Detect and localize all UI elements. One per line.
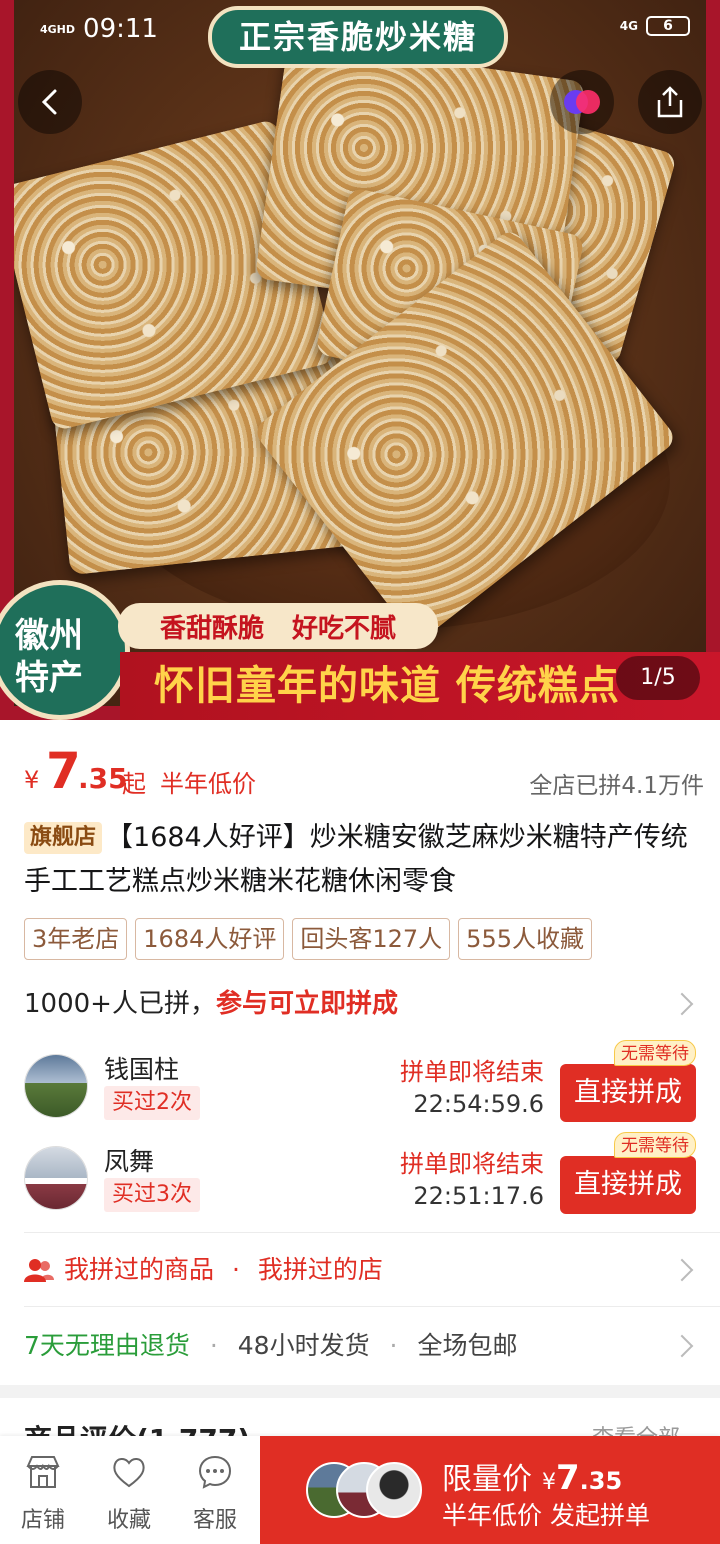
product-title: 旗舰店 【1684人好评】炒米糖安徽芝麻炒米糖特产传统手工工艺糕点炒米糖米花糖休闲…: [24, 816, 696, 904]
buyer-avatars: [306, 1462, 424, 1520]
shipping-time: 48小时发货: [237, 1331, 370, 1360]
battery-icon: 6: [646, 16, 690, 36]
brand-logo-button[interactable]: [550, 70, 614, 134]
group-row: 钱国柱 买过2次 拼单即将结束 22:54:59.6 直接拼成 无需等待: [24, 1040, 696, 1130]
my-group-history-row[interactable]: 我拼过的商品 · 我拼过的店: [24, 1248, 696, 1292]
network-indicator: 4GHD: [40, 22, 76, 36]
origin-badge: 徽州 特产: [0, 580, 130, 720]
share-button[interactable]: [638, 70, 702, 134]
no-wait-tag: 无需等待: [614, 1040, 696, 1066]
price-currency: ¥: [24, 766, 40, 794]
hero-tags: 香甜酥脆 好吃不腻: [118, 603, 438, 649]
buy-price-line: 限量价 ¥7.35: [442, 1454, 622, 1498]
group-ending-label: 拼单即将结束: [400, 1058, 544, 1086]
my-history-text: 我拼过的商品 · 我拼过的店: [64, 1248, 383, 1292]
status-bar: 4GHD 09:11 4G 6: [0, 0, 720, 60]
divider: [24, 1306, 720, 1307]
service-row[interactable]: 7天无理由退货 · 48小时发货 · 全场包邮: [24, 1324, 696, 1368]
my-goods-link[interactable]: 我拼过的商品: [64, 1255, 214, 1284]
group-timer: 22:51:17.6: [413, 1182, 544, 1210]
bottom-action-bar: 店铺 收藏 客服 限量价 ¥7.35 半年低价 发起拼单: [0, 1436, 720, 1544]
group-row: 凤舞 买过3次 拼单即将结束 22:51:17.6 直接拼成 无需等待: [24, 1132, 696, 1222]
avatar: [24, 1146, 88, 1210]
store-badges: 3年老店 1684人好评 回头客127人 555人收藏: [24, 918, 592, 960]
free-shipping: 全场包邮: [417, 1331, 518, 1360]
chat-icon: [198, 1455, 232, 1489]
sold-total: 全店已拼4.1万件: [529, 773, 704, 799]
join-group-button[interactable]: 直接拼成: [560, 1064, 696, 1122]
group-user-name: 钱国柱: [104, 1055, 180, 1084]
tab-label: 店铺: [20, 1508, 65, 1533]
status-time: 09:11: [83, 14, 158, 44]
group-count: 1000+人已拼，: [24, 989, 216, 1019]
flagship-label: 旗舰店: [24, 822, 103, 854]
chevron-right-icon: [670, 992, 694, 1016]
store-badge[interactable]: 1684人好评: [135, 918, 285, 960]
avatar: [24, 1054, 88, 1118]
hero-tag: 香甜酥脆: [159, 613, 264, 644]
image-pager: 1/5: [616, 656, 700, 700]
group-user-name: 凤舞: [104, 1147, 155, 1176]
product-page: 正宗香脆炒米糖 徽州 特产 香甜酥脆 好吃不腻 怀旧童年的味道 传统糕点 1/5…: [0, 0, 720, 1544]
bought-count: 买过3次: [104, 1178, 200, 1212]
network-type: 4G: [619, 19, 638, 33]
tab-label: 客服: [192, 1508, 237, 1533]
return-policy: 7天无理由退货: [24, 1331, 190, 1360]
price-tag: 半年低价: [160, 770, 256, 798]
store-icon: [26, 1456, 60, 1488]
separator-dot: ·: [209, 1331, 218, 1360]
price-row: ¥ 7 .35 起 半年低价 全店已拼4.1万件: [24, 742, 704, 800]
buy-currency: ¥: [542, 1470, 556, 1495]
store-badge[interactable]: 555人收藏: [458, 918, 592, 960]
price-suffix: 起: [122, 770, 146, 798]
separator-dot: ·: [389, 1331, 398, 1360]
product-title-text: 【1684人好评】炒米糖安徽芝麻炒米糖特产传统手工工艺糕点炒米糖米花糖休闲零食: [24, 822, 688, 897]
start-group-buy-button[interactable]: 限量价 ¥7.35 半年低价 发起拼单: [260, 1436, 720, 1544]
store-badge[interactable]: 3年老店: [24, 918, 128, 960]
divider: [24, 1232, 720, 1233]
buy-subtitle: 半年低价 发起拼单: [442, 1501, 650, 1530]
separator-dot: ·: [231, 1255, 240, 1284]
join-group-button[interactable]: 直接拼成: [560, 1156, 696, 1214]
my-shops-link[interactable]: 我拼过的店: [258, 1255, 383, 1284]
group-highlight: 参与可立即拼成: [215, 989, 398, 1019]
avatar: [366, 1462, 422, 1518]
bought-count: 买过2次: [104, 1086, 200, 1120]
buy-label: 限量价: [442, 1462, 532, 1497]
tab-label: 收藏: [106, 1508, 151, 1533]
product-image-carousel[interactable]: 正宗香脆炒米糖 徽州 特产 香甜酥脆 好吃不腻 怀旧童年的味道 传统糕点 1/5: [0, 0, 720, 720]
tab-store[interactable]: 店铺: [0, 1436, 86, 1544]
brand-logo-icon: [564, 90, 600, 114]
buy-price-decimal: .35: [579, 1467, 623, 1495]
hero-tag: 好吃不腻: [292, 613, 397, 644]
share-icon: [657, 86, 683, 118]
origin-badge-line1: 徽州: [15, 616, 83, 656]
buy-price-integer: 7: [556, 1458, 580, 1498]
price-integer: 7: [46, 742, 81, 800]
price-decimal: .35: [78, 762, 128, 795]
no-wait-tag: 无需等待: [614, 1132, 696, 1158]
tab-favorite[interactable]: 收藏: [86, 1436, 172, 1544]
back-button[interactable]: [18, 70, 82, 134]
store-badge[interactable]: 回头客127人: [292, 918, 451, 960]
product-info-card: ¥ 7 .35 起 半年低价 全店已拼4.1万件 旗舰店 【1684人好评】炒米糖…: [0, 720, 720, 1385]
chevron-right-icon: [670, 1334, 694, 1358]
group-buy-header[interactable]: 1000+人已拼，参与可立即拼成: [24, 982, 696, 1026]
chevron-left-icon: [41, 89, 57, 115]
tab-customer-service[interactable]: 客服: [172, 1436, 258, 1544]
heart-icon: [113, 1458, 145, 1488]
people-icon: [24, 1259, 54, 1282]
chevron-right-icon: [670, 1258, 694, 1282]
origin-badge-line2: 特产: [15, 658, 83, 698]
group-timer: 22:54:59.6: [413, 1090, 544, 1118]
group-ending-label: 拼单即将结束: [400, 1150, 544, 1178]
